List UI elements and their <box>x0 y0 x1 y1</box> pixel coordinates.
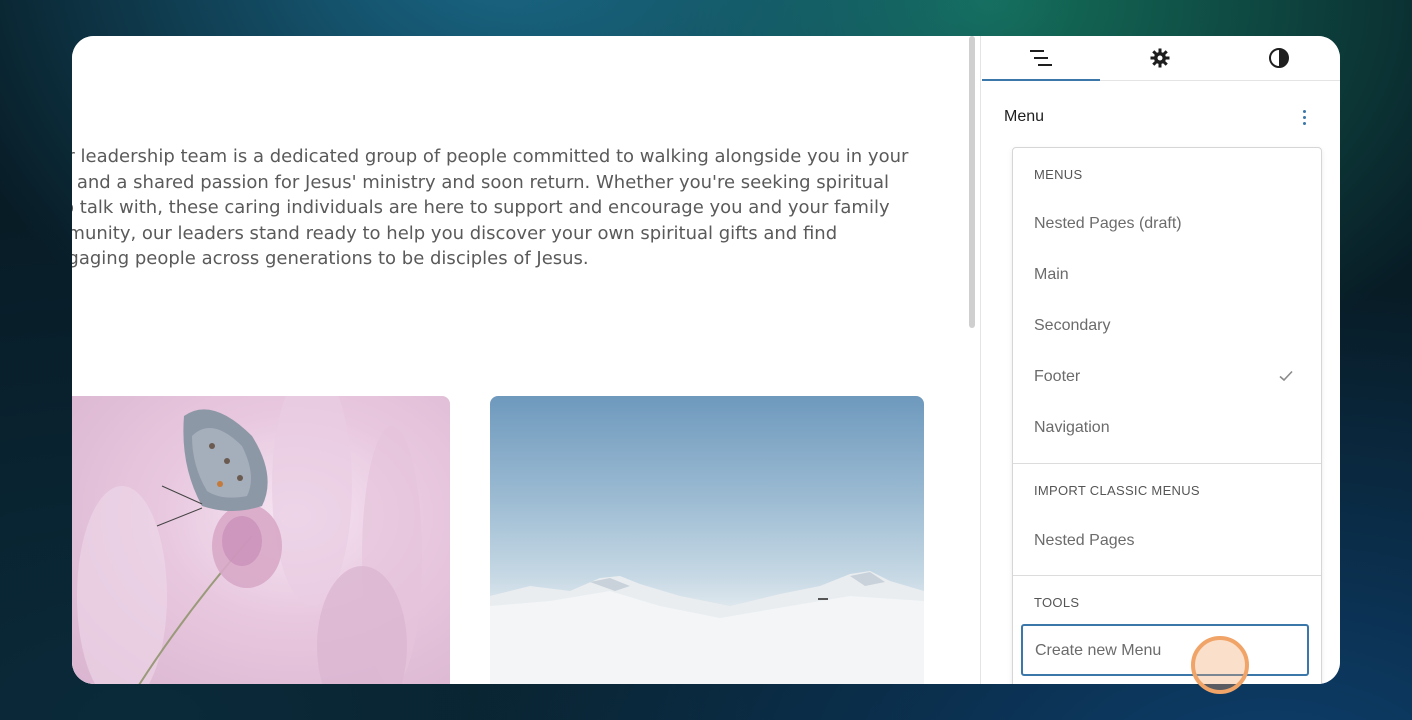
tab-list-view[interactable] <box>982 36 1100 81</box>
mountain-illustration <box>490 571 924 684</box>
paragraph-line: to talk with, these caring individuals a… <box>72 197 890 218</box>
dropdown-divider <box>1013 463 1321 464</box>
menu-option-secondary[interactable]: Secondary <box>1013 306 1321 346</box>
click-indicator <box>1191 636 1249 694</box>
tab-styles[interactable] <box>1220 36 1338 80</box>
menu-panel-title: Menu <box>1004 108 1045 125</box>
menu-panel-header: Menu <box>982 102 1340 132</box>
paragraph-line: nmunity, our leaders stand ready to help… <box>72 222 838 244</box>
list-view-icon <box>1030 50 1052 66</box>
menus-group-label: MENUS <box>1034 167 1083 182</box>
tools-group-label: TOOLS <box>1034 595 1080 610</box>
snowy-mountain-image[interactable] <box>490 396 924 684</box>
dropdown-divider <box>1013 575 1321 576</box>
import-option-label: Nested Pages <box>1034 532 1135 549</box>
import-option-nested-pages[interactable]: Nested Pages <box>1013 521 1321 561</box>
create-new-menu-label: Create new Menu <box>1035 642 1162 659</box>
butterfly-illustration <box>77 396 422 684</box>
gear-icon <box>1150 48 1170 68</box>
contrast-icon <box>1269 48 1289 68</box>
menu-option-label: Secondary <box>1034 317 1111 334</box>
menu-option-label: Navigation <box>1034 419 1110 436</box>
tab-settings[interactable] <box>1101 36 1219 80</box>
canvas-scrollbar[interactable] <box>964 36 981 684</box>
scrollbar-thumb[interactable] <box>969 36 975 328</box>
block-settings-sidebar: Menu MENUS Nested Pages (draft) Main Sec… <box>982 36 1340 684</box>
menu-option-nested-pages-draft[interactable]: Nested Pages (draft) <box>1013 204 1321 244</box>
editor-window: ur leadership team is a dedicated group … <box>72 36 1340 684</box>
paragraph-line: ur leadership team is a dedicated group … <box>72 146 909 167</box>
menu-option-label: Nested Pages (draft) <box>1034 215 1182 232</box>
create-new-menu-button[interactable]: Create new Menu <box>1021 624 1309 676</box>
leadership-paragraph[interactable]: ur leadership team is a dedicated group … <box>72 144 956 272</box>
menu-selector-dropdown: MENUS Nested Pages (draft) Main Secondar… <box>1012 147 1322 684</box>
more-options-icon[interactable] <box>1292 102 1316 132</box>
checkmark-icon <box>1279 370 1293 382</box>
butterfly-image[interactable] <box>72 396 450 684</box>
editor-canvas: ur leadership team is a dedicated group … <box>72 36 964 684</box>
paragraph-line: s, and a shared passion for Jesus' minis… <box>72 171 889 193</box>
menu-option-navigation[interactable]: Navigation <box>1013 408 1321 448</box>
menu-option-main[interactable]: Main <box>1013 255 1321 295</box>
menu-option-label: Footer <box>1034 368 1081 385</box>
menu-option-label: Main <box>1034 266 1069 283</box>
sidebar-tabs <box>982 36 1340 81</box>
paragraph-line: ngaging people across generations to be … <box>72 248 589 269</box>
menu-option-footer[interactable]: Footer <box>1013 357 1321 397</box>
import-classic-menus-label: IMPORT CLASSIC MENUS <box>1034 483 1200 498</box>
